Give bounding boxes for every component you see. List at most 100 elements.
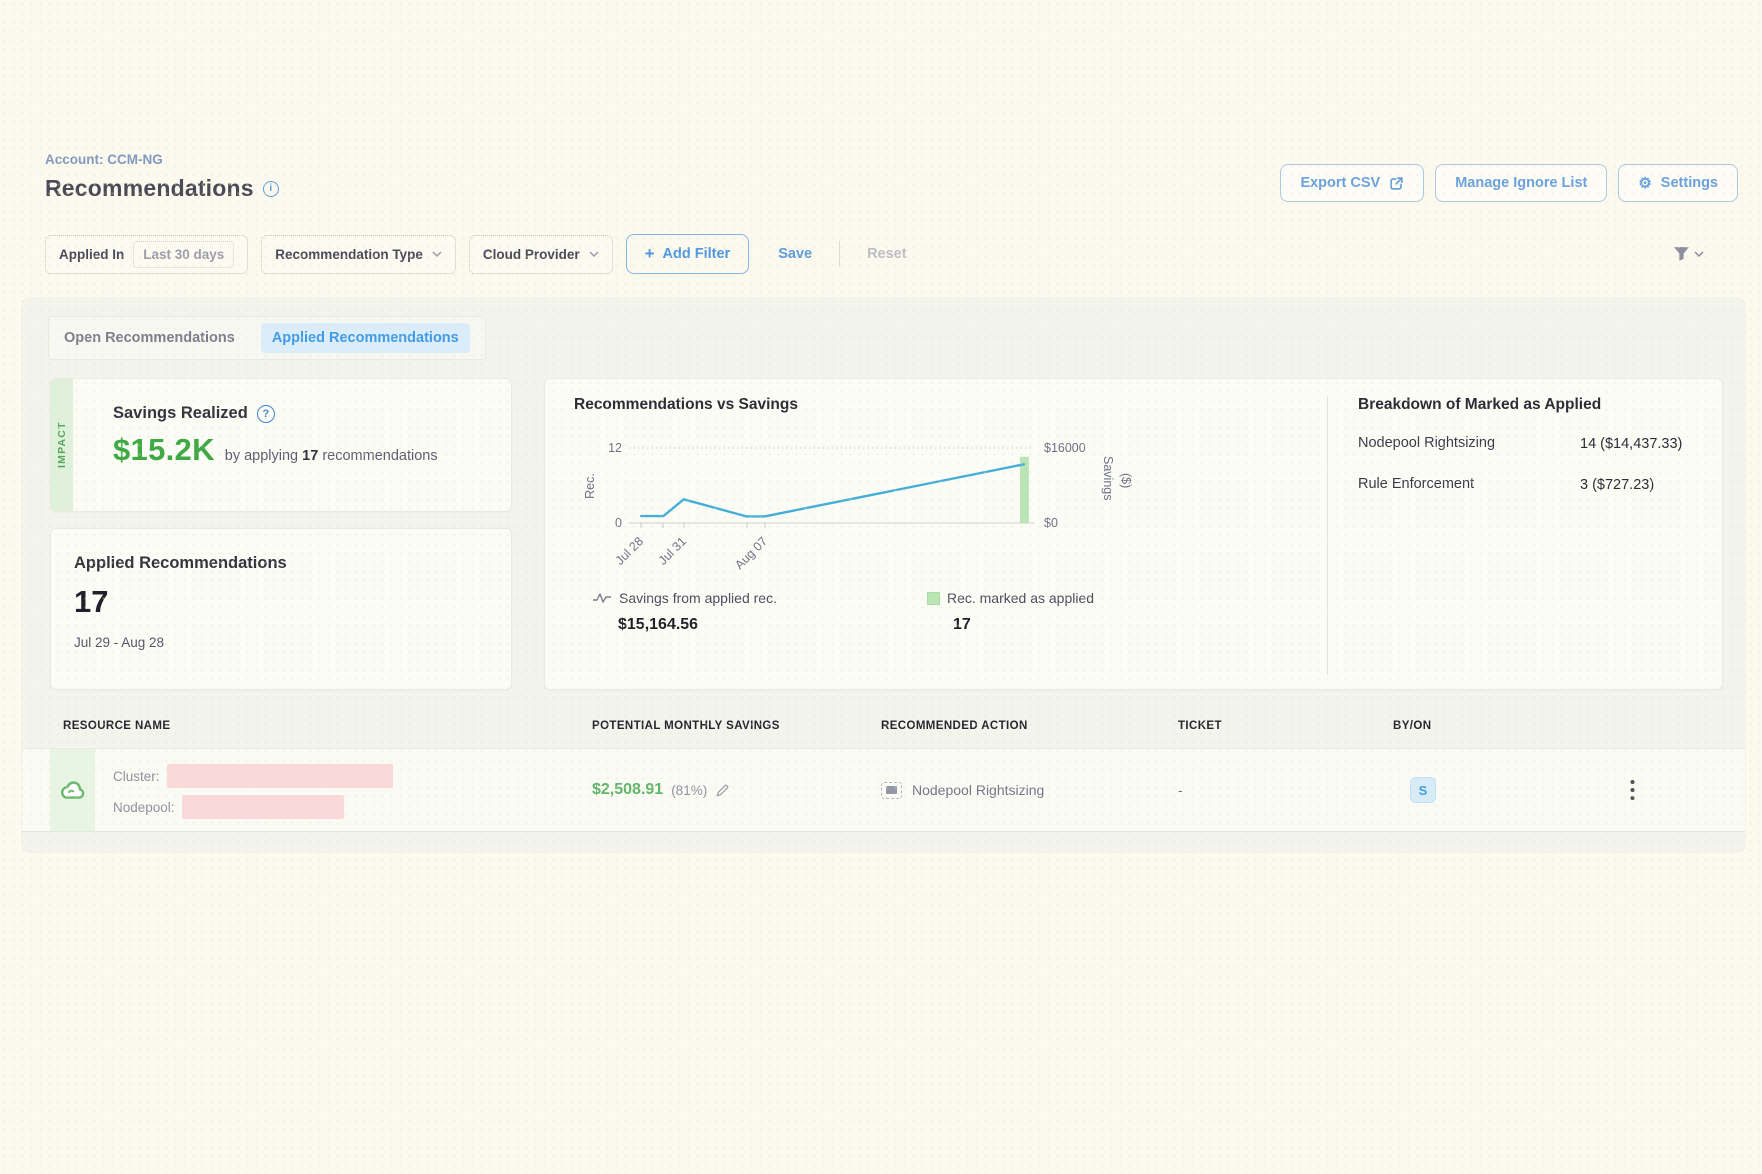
avatar: S <box>1410 777 1436 803</box>
breakdown-label: Nodepool Rightsizing <box>1358 435 1580 455</box>
left-tick-max: 12 <box>608 441 622 455</box>
info-icon[interactable]: i <box>263 181 279 197</box>
filter-recommendation-type[interactable]: Recommendation Type <box>261 235 456 274</box>
recommended-action-cell: Nodepool Rightsizing <box>881 782 1178 799</box>
cloud-provider-label: Cloud Provider <box>483 247 580 262</box>
manage-ignore-label: Manage Ignore List <box>1455 175 1587 191</box>
savings-amount: $15.2K <box>113 432 215 468</box>
nodepool-icon <box>881 782 902 799</box>
page-title: Recommendations <box>45 175 254 202</box>
resource-names: Cluster: Nodepool: <box>95 749 393 831</box>
chevron-down-icon <box>1694 251 1704 257</box>
chart-line <box>641 464 1024 516</box>
row-impact-strip <box>50 749 95 831</box>
ticket-cell: - <box>1178 782 1393 798</box>
legend-savings-label: Savings from applied rec. <box>619 590 777 606</box>
x-label-jul28: Jul 28 <box>613 534 647 568</box>
edit-pencil-icon[interactable] <box>715 783 730 798</box>
recommendations-vs-savings-chart: 12 0 $16000 $0 Rec. Savings ($) Jul 28 J… <box>574 418 1214 590</box>
legend-applied: Rec. marked as applied 17 <box>927 590 1094 634</box>
legend-savings-value: $15,164.56 <box>592 616 777 634</box>
kebab-menu-icon[interactable] <box>1622 778 1642 802</box>
manage-ignore-list-button[interactable]: Manage Ignore List <box>1435 164 1607 202</box>
settings-label: Settings <box>1661 175 1718 191</box>
x-label-jul31: Jul 31 <box>656 534 690 568</box>
col-by-on: BY/ON <box>1393 720 1719 732</box>
col-potential-savings: POTENTIAL MONTHLY SAVINGS <box>592 720 881 732</box>
left-axis-label: Rec. <box>583 473 597 499</box>
filter-bar: Applied In Last 30 days Recommendation T… <box>0 202 1762 274</box>
action-label: Nodepool Rightsizing <box>912 782 1044 798</box>
add-filter-label: Add Filter <box>663 246 731 262</box>
breakdown-row: Rule Enforcement 3 ($727.23) <box>1358 476 1722 496</box>
breakdown-value: 14 ($14,437.33) <box>1580 435 1698 455</box>
savings-value: $2,508.91 <box>592 781 663 799</box>
filter-funnel-icon <box>1673 246 1690 262</box>
chart-legend: Savings from applied rec. $15,164.56 Rec… <box>574 590 1315 634</box>
chevron-down-icon <box>432 251 442 257</box>
applied-recommendations-card: Applied Recommendations 17 Jul 29 - Aug … <box>50 528 512 690</box>
header-actions: Export CSV Manage Ignore List ⚙ Settings <box>1280 164 1738 202</box>
save-filter-button[interactable]: Save <box>778 246 812 262</box>
pulse-line-icon <box>592 591 612 605</box>
applied-count: 17 <box>74 584 511 620</box>
savings-percent: (81%) <box>671 783 707 798</box>
filter-cloud-provider[interactable]: Cloud Provider <box>469 235 613 274</box>
savings-desc-pre: by applying <box>225 448 298 464</box>
applied-in-value[interactable]: Last 30 days <box>133 241 234 268</box>
cluster-label: Cluster: <box>113 769 160 784</box>
plus-icon: + <box>645 244 655 264</box>
right-tick-zero: $0 <box>1044 516 1058 530</box>
export-csv-button[interactable]: Export CSV <box>1280 164 1424 202</box>
breakdown-row: Nodepool Rightsizing 14 ($14,437.33) <box>1358 435 1722 455</box>
add-filter-button[interactable]: + Add Filter <box>626 234 750 274</box>
title-block: Account: CCM-NG Recommendations i <box>45 152 279 202</box>
legend-applied-value: 17 <box>927 616 1094 634</box>
x-ticks <box>641 523 765 528</box>
gear-icon: ⚙ <box>1638 174 1651 192</box>
chart-title: Recommendations vs Savings <box>574 396 1315 414</box>
applied-date-range: Jul 29 - Aug 28 <box>74 635 511 650</box>
filter-applied-in[interactable]: Applied In Last 30 days <box>45 235 248 274</box>
breakdown-title: Breakdown of Marked as Applied <box>1358 396 1722 414</box>
right-tick-max: $16000 <box>1044 441 1086 455</box>
by-on-cell: S <box>1393 777 1573 803</box>
savings-desc-count: 17 <box>302 448 318 464</box>
cloud-icon <box>59 778 87 802</box>
chart-bar <box>1020 457 1029 523</box>
right-axis-label-2: ($) <box>1119 473 1133 488</box>
impact-strip: IMPACT <box>51 379 73 511</box>
redacted-nodepool-name <box>182 795 344 819</box>
right-axis-label-1: Savings <box>1101 456 1115 500</box>
breakdown-value: 3 ($727.23) <box>1580 476 1698 496</box>
legend-applied-label: Rec. marked as applied <box>947 590 1094 606</box>
breakdown-panel: Breakdown of Marked as Applied Nodepool … <box>1328 396 1722 689</box>
savings-desc-post: recommendations <box>322 448 437 464</box>
resource-cell: Cluster: Nodepool: <box>50 749 592 831</box>
chart-area: Recommendations vs Savings <box>545 396 1315 689</box>
help-icon[interactable]: ? <box>257 405 275 423</box>
col-ticket: TICKET <box>1178 720 1393 732</box>
col-recommended-action: RECOMMENDED ACTION <box>881 720 1178 732</box>
applied-in-label: Applied In <box>59 247 124 262</box>
savings-realized-card: IMPACT Savings Realized ? $15.2K by appl… <box>50 378 512 512</box>
x-label-aug07: Aug 07 <box>732 534 770 572</box>
settings-button[interactable]: ⚙ Settings <box>1618 164 1738 202</box>
page-header: Account: CCM-NG Recommendations i Export… <box>0 152 1762 202</box>
reset-filter-button[interactable]: Reset <box>867 246 907 262</box>
savings-cell: $2,508.91 (81%) <box>592 781 881 799</box>
applied-card-title: Applied Recommendations <box>74 554 511 573</box>
tab-applied-recommendations[interactable]: Applied Recommendations <box>261 323 470 353</box>
savings-desc: by applying 17 recommendations <box>225 448 438 464</box>
summary-cards: IMPACT Savings Realized ? $15.2K by appl… <box>22 360 1745 690</box>
tab-open-recommendations[interactable]: Open Recommendations <box>64 330 235 346</box>
tabs: Open Recommendations Applied Recommendat… <box>48 316 486 360</box>
recommendation-type-label: Recommendation Type <box>275 247 423 262</box>
recommendations-panel: Open Recommendations Applied Recommendat… <box>22 298 1745 852</box>
page: Account: CCM-NG Recommendations i Export… <box>0 0 1762 852</box>
green-square-icon <box>927 592 940 605</box>
filter-panel-toggle[interactable] <box>1673 246 1704 262</box>
chart-card: Recommendations vs Savings <box>544 378 1723 690</box>
savings-realized-title: Savings Realized <box>113 404 248 423</box>
table-row[interactable]: Cluster: Nodepool: $2,508.91 (81%) <box>22 748 1745 832</box>
